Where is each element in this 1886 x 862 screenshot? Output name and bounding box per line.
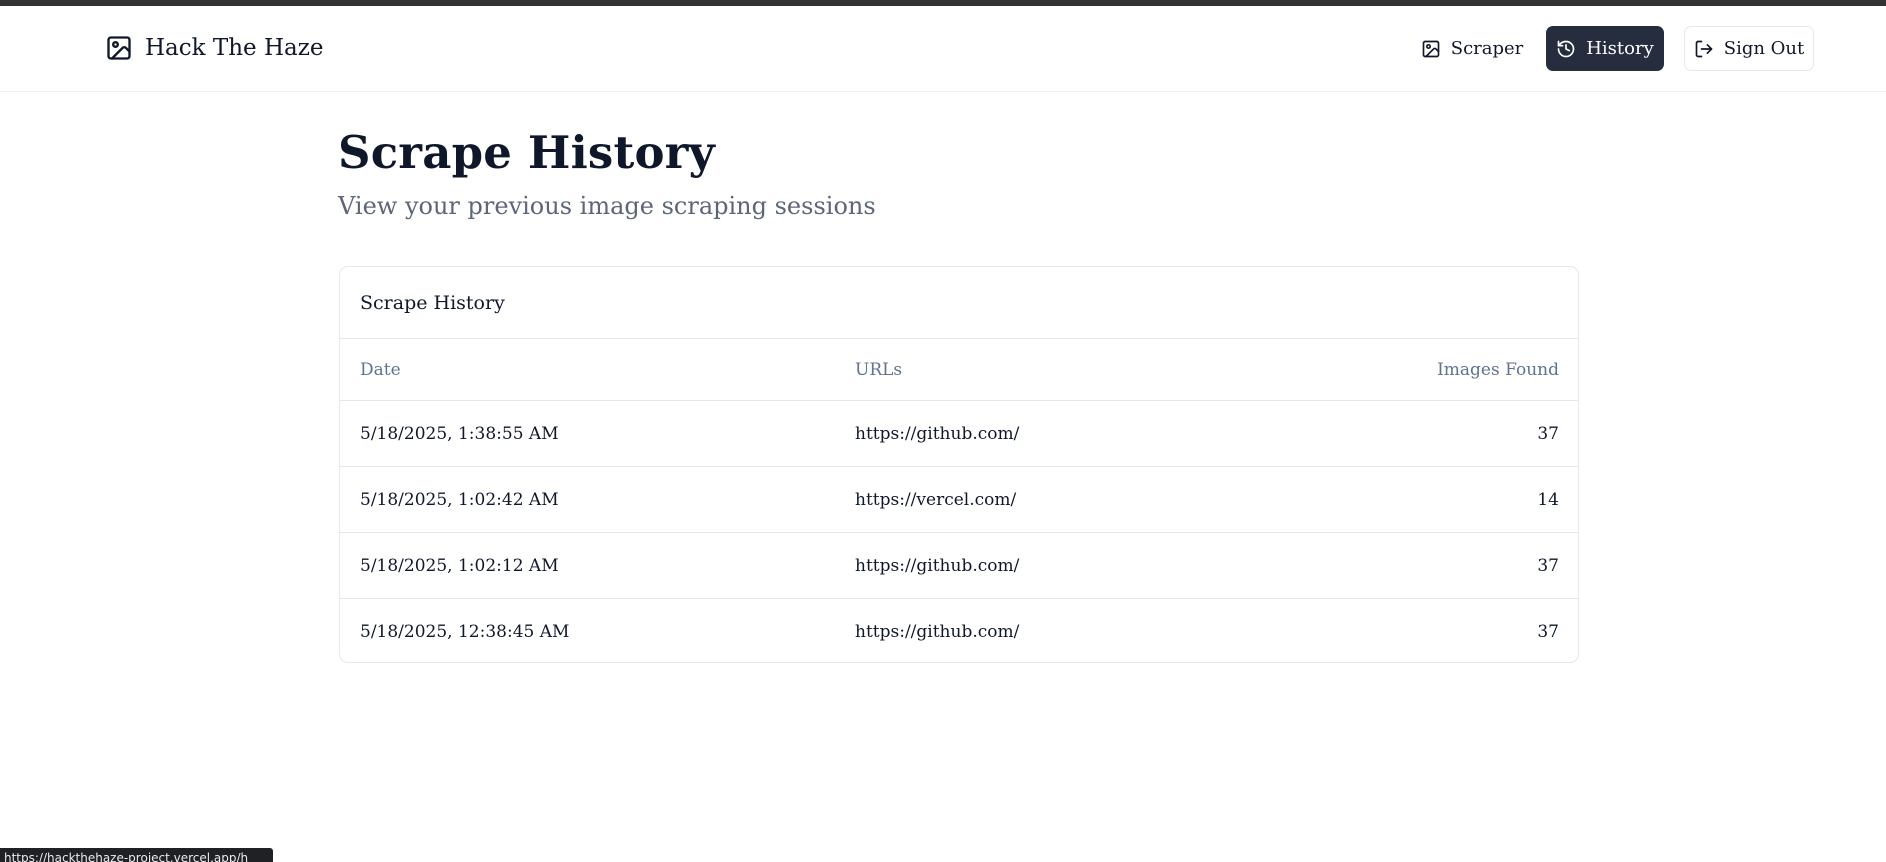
table-row[interactable]: 5/18/2025, 12:38:45 AM https://github.co… (340, 599, 1578, 665)
sign-out-label: Sign Out (1723, 38, 1805, 59)
row-url: https://github.com/ (855, 555, 1020, 576)
row-date: 5/18/2025, 1:38:55 AM (360, 423, 559, 444)
navbar: Hack The Haze Scraper History Sign Out (0, 6, 1886, 92)
page-title: Scrape History (338, 126, 715, 179)
card-title: Scrape History (340, 267, 1578, 339)
row-images-count: 37 (1537, 622, 1559, 642)
table-row[interactable]: 5/18/2025, 1:02:12 AM https://github.com… (340, 533, 1578, 599)
nav-scraper-button[interactable]: Scraper (1413, 26, 1531, 71)
row-date: 5/18/2025, 1:02:12 AM (360, 555, 559, 576)
nav-history-button[interactable]: History (1546, 26, 1664, 71)
row-images-count: 14 (1537, 489, 1559, 510)
page-subtitle: View your previous image scraping sessio… (338, 192, 876, 220)
table-header: Date URLs Images Found (340, 339, 1578, 401)
nav-history-label: History (1586, 38, 1654, 59)
table-row[interactable]: 5/18/2025, 1:02:42 AM https://vercel.com… (340, 467, 1578, 533)
sign-out-button[interactable]: Sign Out (1684, 26, 1814, 71)
nav-scraper-label: Scraper (1450, 38, 1524, 59)
row-url: https://github.com/ (855, 423, 1020, 444)
table-row[interactable]: 5/18/2025, 1:38:55 AM https://github.com… (340, 401, 1578, 467)
row-images-count: 37 (1537, 555, 1559, 576)
history-icon (1557, 40, 1575, 57)
image-icon (107, 36, 131, 60)
column-header-date: Date (360, 359, 401, 380)
column-header-urls: URLs (855, 359, 903, 380)
column-header-images-found: Images Found (1437, 359, 1559, 380)
brand-name: Hack The Haze (145, 35, 324, 61)
history-card: Scrape History Date URLs Images Found 5/… (339, 266, 1579, 663)
link-status-bar: https://hackthehaze-project.vercel.app/h (0, 848, 273, 862)
brand-link[interactable]: Hack The Haze (105, 34, 323, 62)
image-icon (1422, 40, 1440, 57)
row-date: 5/18/2025, 12:38:45 AM (360, 622, 570, 642)
log-out-icon (1695, 40, 1713, 57)
row-url: https://github.com/ (855, 622, 1020, 642)
row-images-count: 37 (1537, 423, 1559, 444)
row-url: https://vercel.com/ (855, 489, 1017, 510)
row-date: 5/18/2025, 1:02:42 AM (360, 489, 559, 510)
